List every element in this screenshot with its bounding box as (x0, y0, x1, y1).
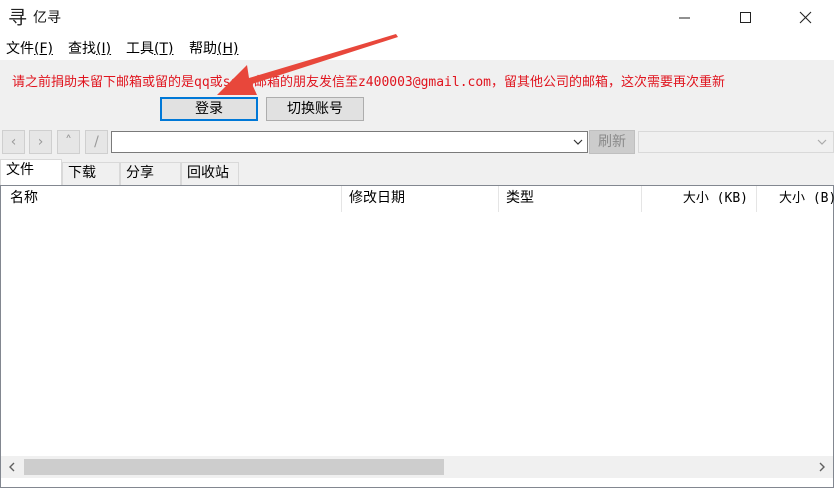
tab-recycle-bin[interactable]: 回收站 (181, 162, 239, 185)
column-header-type[interactable]: 类型 (499, 186, 642, 212)
menu-find[interactable]: 查找(I) (68, 41, 111, 58)
root-button[interactable]: / (85, 130, 108, 154)
file-list[interactable]: 名称 修改日期 类型 大小 (KB) 大小 (B) (0, 185, 834, 488)
horizontal-scrollbar[interactable] (1, 456, 833, 478)
scroll-right-icon[interactable] (811, 456, 833, 478)
maximize-icon (740, 12, 751, 23)
switch-account-button[interactable]: 切换账号 (266, 97, 364, 121)
title-bar: 寻 亿寻 (0, 0, 834, 36)
chevron-up-icon: ˄ (65, 134, 72, 150)
menu-file-mnemonic: (F) (34, 41, 53, 57)
window-title: 亿寻 (33, 10, 61, 26)
chevron-left-icon: ‹ (10, 134, 17, 150)
menu-help-label: 帮助 (189, 41, 217, 57)
menu-bar: 文件(F) 查找(I) 工具(T) 帮助(H) (0, 38, 834, 60)
scrollbar-thumb[interactable] (24, 459, 444, 475)
menu-file[interactable]: 文件(F) (6, 41, 53, 58)
menu-tools[interactable]: 工具(T) (126, 41, 173, 58)
donor-notice-text: 请之前捐助未留下邮箱或留的是qq或sohu邮箱的朋友发信至z400003@gma… (12, 75, 726, 90)
close-button[interactable] (783, 0, 829, 36)
scroll-left-icon[interactable] (1, 456, 23, 478)
menu-tools-label: 工具 (126, 41, 154, 57)
tab-strip: 文件 下载 分享 回收站 (0, 158, 834, 185)
back-button[interactable]: ‹ (2, 130, 25, 154)
column-header-size-kb[interactable]: 大小 (KB) (642, 186, 757, 212)
minimize-icon (679, 17, 690, 19)
path-combobox[interactable] (111, 131, 588, 153)
refresh-button[interactable]: 刷新 (589, 130, 635, 154)
column-header-modified[interactable]: 修改日期 (342, 186, 499, 212)
menu-tools-mnemonic: (T) (154, 41, 174, 57)
tab-downloads[interactable]: 下载 (62, 162, 120, 185)
chevron-down-icon[interactable] (815, 135, 829, 149)
chevron-right-icon: › (37, 134, 44, 150)
close-icon (799, 11, 812, 24)
minimize-button[interactable] (662, 0, 708, 36)
chevron-down-icon[interactable] (571, 135, 585, 149)
menu-file-label: 文件 (6, 41, 34, 57)
maximize-button[interactable] (723, 0, 769, 36)
menu-help-mnemonic: (H) (217, 41, 239, 57)
column-header-name[interactable]: 名称 (1, 186, 342, 212)
forward-button[interactable]: › (29, 130, 52, 154)
navigation-bar: ‹ › ˄ / 刷新 (0, 127, 834, 158)
notice-panel: 请之前捐助未留下邮箱或留的是qq或sohu邮箱的朋友发信至z400003@gma… (0, 60, 834, 127)
app-logo-icon: 寻 (8, 7, 28, 29)
file-list-header: 名称 修改日期 类型 大小 (KB) 大小 (B) (1, 186, 834, 212)
login-button[interactable]: 登录 (160, 97, 258, 121)
menu-help[interactable]: 帮助(H) (189, 41, 238, 58)
up-button[interactable]: ˄ (57, 130, 80, 154)
slash-icon: / (94, 134, 99, 150)
menu-find-label: 查找 (68, 41, 96, 57)
tab-files[interactable]: 文件 (0, 159, 62, 185)
tab-share[interactable]: 分享 (120, 162, 181, 185)
column-header-size-b[interactable]: 大小 (B) (757, 186, 834, 212)
secondary-combobox[interactable] (638, 131, 834, 153)
menu-find-mnemonic: (I) (96, 41, 112, 57)
